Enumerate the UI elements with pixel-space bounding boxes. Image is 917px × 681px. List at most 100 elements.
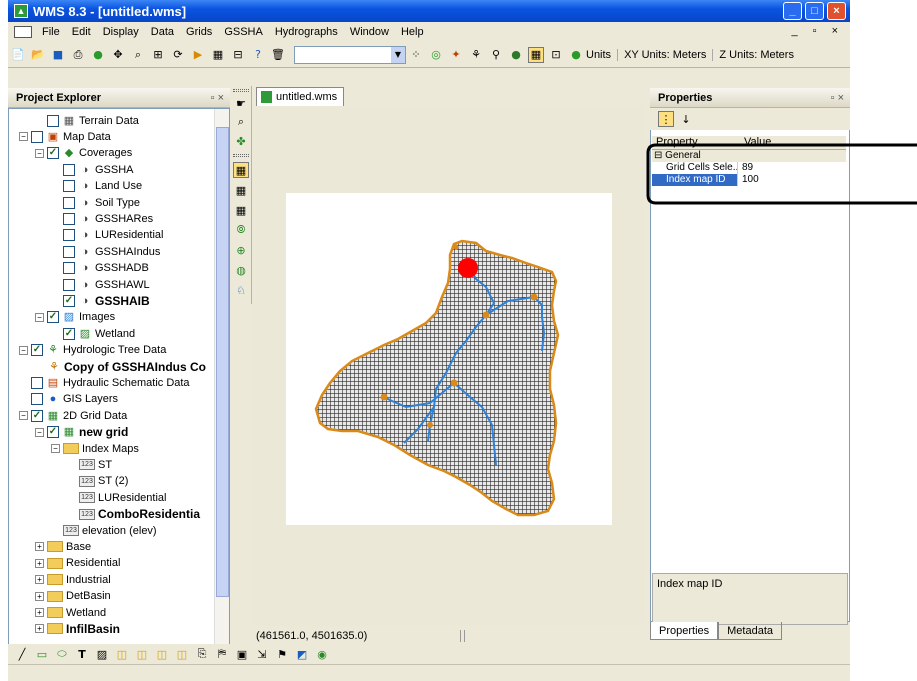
tree-item[interactable]: ◑ GSSHARes xyxy=(51,211,153,226)
menu-display[interactable]: Display xyxy=(97,26,145,38)
tree-item[interactable]: + Industrial xyxy=(35,572,111,587)
tree-item[interactable]: 123 ST (2) xyxy=(67,474,128,489)
visibility-checkbox[interactable]: ✓ xyxy=(31,344,43,357)
new-icon[interactable]: 📄 xyxy=(10,47,26,63)
menu-hydrographs[interactable]: Hydrographs xyxy=(269,26,344,38)
menu-help[interactable]: Help xyxy=(395,26,430,38)
tree-item[interactable]: 123 ComboResidentia xyxy=(67,507,200,522)
screen-capture-icon[interactable]: ▣ xyxy=(234,646,250,662)
tree-item[interactable]: ◑ Soil Type xyxy=(51,195,140,210)
rotate-icon[interactable]: ⟳ xyxy=(170,47,186,63)
delete-icon[interactable]: 🗑 xyxy=(270,47,286,63)
visibility-checkbox[interactable] xyxy=(31,130,43,143)
tree-item[interactable]: ◑ Land Use xyxy=(51,179,142,194)
rotate-tool-icon[interactable]: ✤ xyxy=(233,133,249,149)
visibility-checkbox[interactable]: ✓ xyxy=(47,426,59,439)
xy-units-label[interactable]: XY Units: Meters xyxy=(617,48,712,61)
visibility-checkbox[interactable]: ✓ xyxy=(47,147,59,160)
visibility-checkbox[interactable] xyxy=(47,114,59,127)
tree-item[interactable]: ◑ LUResidential xyxy=(51,228,163,243)
layer-icon[interactable]: ◫ xyxy=(154,646,170,662)
text-tool-icon[interactable]: T xyxy=(74,646,90,662)
frame-icon[interactable]: ⊞ xyxy=(150,47,166,63)
layer-icon[interactable]: ◫ xyxy=(134,646,150,662)
menu-edit[interactable]: Edit xyxy=(66,26,97,38)
z-units-label[interactable]: Z Units: Meters xyxy=(712,48,800,61)
chart-icon[interactable]: ◩ xyxy=(294,646,310,662)
tree-item[interactable]: − ✓ ◆ Coverages xyxy=(35,146,132,161)
watershed-boundary[interactable] xyxy=(314,239,560,517)
visibility-checkbox[interactable] xyxy=(63,262,75,275)
gis-icon[interactable]: ◎ xyxy=(428,47,444,63)
expand-icon[interactable]: + xyxy=(35,575,44,585)
expand-icon[interactable]: + xyxy=(35,542,44,552)
flow-icon[interactable]: ♘ xyxy=(233,282,249,298)
visibility-checkbox[interactable] xyxy=(63,245,75,258)
visibility-checkbox[interactable] xyxy=(63,196,75,209)
tree-item[interactable]: ⚘ Copy of GSSHAIndus Co xyxy=(35,359,206,374)
ellipse-tool-icon[interactable]: ⬭ xyxy=(54,646,70,662)
print-icon[interactable]: ⎙ xyxy=(70,47,86,63)
globe-icon[interactable]: ● xyxy=(508,47,524,63)
line-tool-icon[interactable]: ╱ xyxy=(14,646,30,662)
hydrologic-tree-icon[interactable]: ⚘ xyxy=(468,47,484,63)
units-icon[interactable]: ● xyxy=(568,47,584,63)
categorized-icon[interactable]: ⋮ xyxy=(658,111,674,127)
drawing-area[interactable] xyxy=(286,193,612,525)
project-explorer-tree[interactable]: ▦ Terrain Data − ▣ Map Data − ✓ ◆ Coverages ◑ GSSH… xyxy=(8,108,230,645)
tab-untitled-wms[interactable]: untitled.wms xyxy=(256,87,345,106)
close-button[interactable]: × xyxy=(827,2,846,20)
select-column-icon[interactable]: ▦ xyxy=(233,202,249,218)
tree-item[interactable]: ◑ GSSHADB xyxy=(51,261,149,276)
pan-icon[interactable]: ✥ xyxy=(110,47,126,63)
visibility-checkbox[interactable] xyxy=(63,163,75,176)
chevron-down-icon[interactable]: ▼ xyxy=(391,46,405,63)
visibility-checkbox[interactable] xyxy=(63,278,75,291)
visibility-checkbox[interactable] xyxy=(63,212,75,225)
pin-close-icon[interactable]: ▫ × xyxy=(831,92,844,104)
open-icon[interactable]: 📂 xyxy=(30,47,46,63)
visibility-checkbox[interactable]: ✓ xyxy=(63,327,75,340)
world-icon[interactable]: ◉ xyxy=(314,646,330,662)
pin-close-icon[interactable]: ▫ × xyxy=(211,92,224,104)
select-row-icon[interactable]: ▦ xyxy=(233,182,249,198)
tab-metadata[interactable]: Metadata xyxy=(718,622,783,640)
menu-data[interactable]: Data xyxy=(145,26,180,38)
tree-item[interactable]: − ✓ ▦ 2D Grid Data xyxy=(19,408,127,423)
document-icon[interactable] xyxy=(14,26,32,38)
menu-gssha[interactable]: GSSHA xyxy=(218,26,269,38)
visibility-checkbox[interactable]: ✓ xyxy=(31,409,43,422)
visibility-checkbox[interactable]: ✓ xyxy=(47,311,59,324)
mdi-controls[interactable]: _ ▫ × xyxy=(791,25,844,37)
scrollbar-thumb[interactable] xyxy=(216,127,229,597)
tree-item[interactable]: + InfilBasin xyxy=(35,621,120,636)
help-icon[interactable]: ? xyxy=(250,47,266,63)
expand-icon[interactable]: − xyxy=(19,411,28,421)
expand-icon[interactable]: − xyxy=(35,427,44,437)
export-icon[interactable]: ⇲ xyxy=(254,646,270,662)
visibility-checkbox[interactable] xyxy=(63,229,75,242)
menu-grids[interactable]: Grids xyxy=(180,26,218,38)
maximize-button[interactable]: □ xyxy=(805,2,824,20)
zoom-tool-icon[interactable]: ⌕ xyxy=(233,114,249,130)
globe-tool-icon[interactable]: ⊕ xyxy=(233,242,249,258)
flag-icon[interactable]: ⚑ xyxy=(274,646,290,662)
tree-item[interactable]: − Index Maps xyxy=(51,441,139,456)
visibility-checkbox[interactable] xyxy=(63,180,75,193)
tree-item[interactable]: + Residential xyxy=(35,556,120,571)
zoom-icon[interactable]: ⌕ xyxy=(130,47,146,63)
tree-item[interactable]: 123 LUResidential xyxy=(67,490,166,505)
select-grid-cell-icon[interactable]: ▦ xyxy=(233,162,249,178)
expand-icon[interactable]: + xyxy=(35,591,44,601)
tree-item[interactable]: + Base xyxy=(35,539,91,554)
plot-icon[interactable]: ▦ xyxy=(210,47,226,63)
menu-window[interactable]: Window xyxy=(344,26,395,38)
expand-icon[interactable]: − xyxy=(35,312,44,322)
grid-module-icon[interactable]: ▦ xyxy=(528,46,544,63)
tree-item[interactable]: ✓ ▨ Wetland xyxy=(51,326,135,341)
expand-icon[interactable]: + xyxy=(35,608,44,617)
tree-item[interactable]: ◑ GSSHAIndus xyxy=(51,244,160,259)
tree-item[interactable]: − ✓ ▦ new grid xyxy=(35,425,128,440)
layer-icon[interactable]: ◫ xyxy=(174,646,190,662)
tree-item[interactable]: ✓ ◑ GSSHAIB xyxy=(51,293,150,308)
